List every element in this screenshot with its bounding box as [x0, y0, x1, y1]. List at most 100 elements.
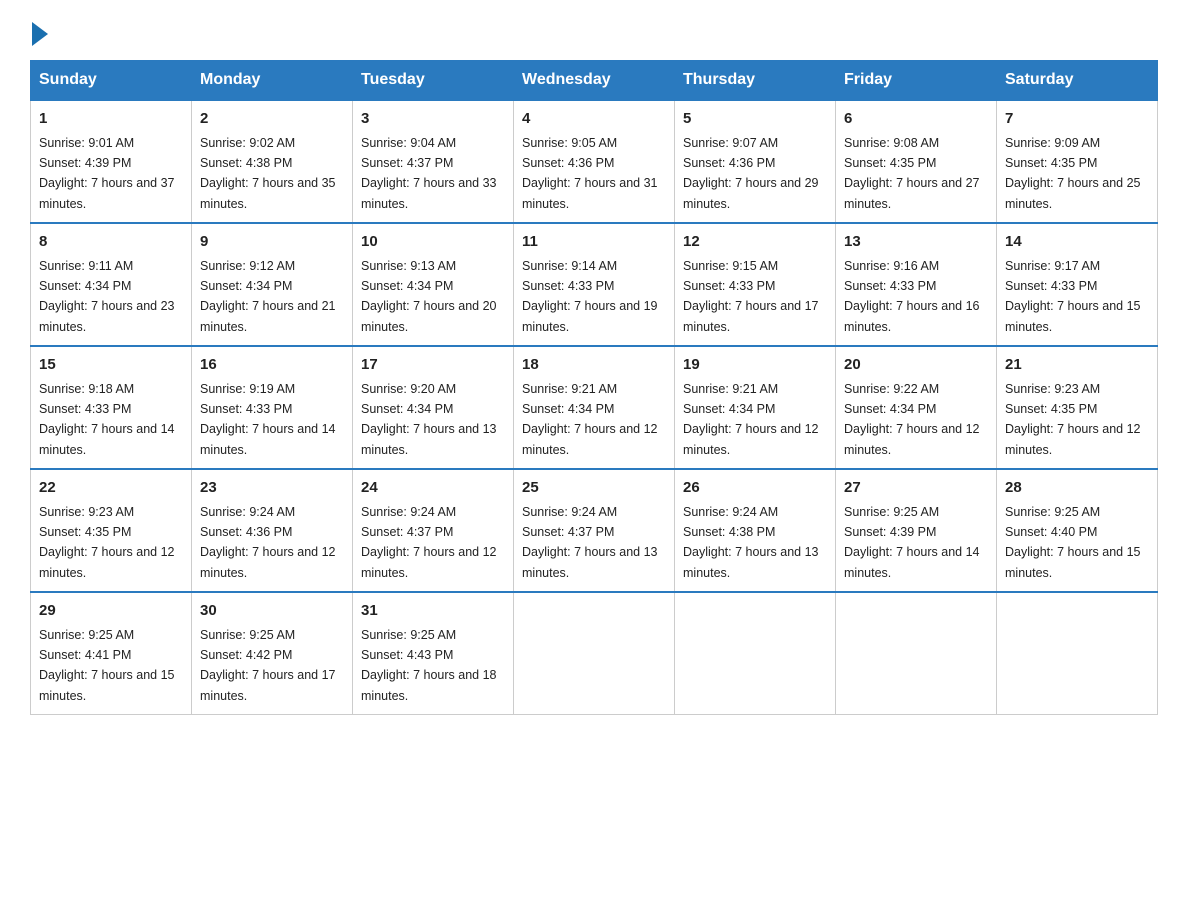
day-info: Sunrise: 9:02 AMSunset: 4:38 PMDaylight:…: [200, 136, 336, 211]
calendar-cell: 31 Sunrise: 9:25 AMSunset: 4:43 PMDaylig…: [353, 592, 514, 715]
day-info: Sunrise: 9:17 AMSunset: 4:33 PMDaylight:…: [1005, 259, 1141, 334]
calendar-cell: 2 Sunrise: 9:02 AMSunset: 4:38 PMDayligh…: [192, 100, 353, 223]
day-number: 22: [39, 477, 183, 500]
calendar-cell: 26 Sunrise: 9:24 AMSunset: 4:38 PMDaylig…: [675, 469, 836, 592]
day-info: Sunrise: 9:24 AMSunset: 4:37 PMDaylight:…: [522, 505, 658, 580]
day-number: 9: [200, 231, 344, 254]
calendar-cell: 8 Sunrise: 9:11 AMSunset: 4:34 PMDayligh…: [31, 223, 192, 346]
calendar-cell: 15 Sunrise: 9:18 AMSunset: 4:33 PMDaylig…: [31, 346, 192, 469]
calendar-cell: 16 Sunrise: 9:19 AMSunset: 4:33 PMDaylig…: [192, 346, 353, 469]
day-info: Sunrise: 9:07 AMSunset: 4:36 PMDaylight:…: [683, 136, 819, 211]
day-number: 12: [683, 231, 827, 254]
calendar-cell: 21 Sunrise: 9:23 AMSunset: 4:35 PMDaylig…: [997, 346, 1158, 469]
calendar-cell: [836, 592, 997, 715]
day-info: Sunrise: 9:24 AMSunset: 4:36 PMDaylight:…: [200, 505, 336, 580]
weekday-header-monday: Monday: [192, 61, 353, 101]
calendar-cell: 24 Sunrise: 9:24 AMSunset: 4:37 PMDaylig…: [353, 469, 514, 592]
day-info: Sunrise: 9:13 AMSunset: 4:34 PMDaylight:…: [361, 259, 497, 334]
calendar-cell: 17 Sunrise: 9:20 AMSunset: 4:34 PMDaylig…: [353, 346, 514, 469]
calendar-cell: 27 Sunrise: 9:25 AMSunset: 4:39 PMDaylig…: [836, 469, 997, 592]
day-info: Sunrise: 9:12 AMSunset: 4:34 PMDaylight:…: [200, 259, 336, 334]
day-info: Sunrise: 9:23 AMSunset: 4:35 PMDaylight:…: [1005, 382, 1141, 457]
logo: [30, 20, 48, 42]
weekday-header-tuesday: Tuesday: [353, 61, 514, 101]
day-info: Sunrise: 9:21 AMSunset: 4:34 PMDaylight:…: [683, 382, 819, 457]
calendar-cell: 12 Sunrise: 9:15 AMSunset: 4:33 PMDaylig…: [675, 223, 836, 346]
day-number: 5: [683, 108, 827, 131]
day-info: Sunrise: 9:15 AMSunset: 4:33 PMDaylight:…: [683, 259, 819, 334]
day-number: 2: [200, 108, 344, 131]
calendar-cell: 9 Sunrise: 9:12 AMSunset: 4:34 PMDayligh…: [192, 223, 353, 346]
day-number: 25: [522, 477, 666, 500]
day-info: Sunrise: 9:04 AMSunset: 4:37 PMDaylight:…: [361, 136, 497, 211]
day-info: Sunrise: 9:16 AMSunset: 4:33 PMDaylight:…: [844, 259, 980, 334]
day-info: Sunrise: 9:08 AMSunset: 4:35 PMDaylight:…: [844, 136, 980, 211]
day-info: Sunrise: 9:23 AMSunset: 4:35 PMDaylight:…: [39, 505, 175, 580]
day-number: 18: [522, 354, 666, 377]
day-info: Sunrise: 9:25 AMSunset: 4:40 PMDaylight:…: [1005, 505, 1141, 580]
logo-arrow-icon: [32, 22, 48, 46]
calendar-cell: 11 Sunrise: 9:14 AMSunset: 4:33 PMDaylig…: [514, 223, 675, 346]
day-info: Sunrise: 9:21 AMSunset: 4:34 PMDaylight:…: [522, 382, 658, 457]
calendar-cell: 28 Sunrise: 9:25 AMSunset: 4:40 PMDaylig…: [997, 469, 1158, 592]
day-number: 23: [200, 477, 344, 500]
day-number: 31: [361, 600, 505, 623]
day-number: 7: [1005, 108, 1149, 131]
day-info: Sunrise: 9:11 AMSunset: 4:34 PMDaylight:…: [39, 259, 175, 334]
calendar-cell: [997, 592, 1158, 715]
day-info: Sunrise: 9:05 AMSunset: 4:36 PMDaylight:…: [522, 136, 658, 211]
day-number: 10: [361, 231, 505, 254]
calendar-cell: 10 Sunrise: 9:13 AMSunset: 4:34 PMDaylig…: [353, 223, 514, 346]
weekday-header-thursday: Thursday: [675, 61, 836, 101]
day-number: 27: [844, 477, 988, 500]
calendar-cell: [514, 592, 675, 715]
day-number: 3: [361, 108, 505, 131]
day-number: 15: [39, 354, 183, 377]
calendar-week-row: 8 Sunrise: 9:11 AMSunset: 4:34 PMDayligh…: [31, 223, 1158, 346]
calendar-cell: 18 Sunrise: 9:21 AMSunset: 4:34 PMDaylig…: [514, 346, 675, 469]
day-info: Sunrise: 9:09 AMSunset: 4:35 PMDaylight:…: [1005, 136, 1141, 211]
day-info: Sunrise: 9:14 AMSunset: 4:33 PMDaylight:…: [522, 259, 658, 334]
day-info: Sunrise: 9:20 AMSunset: 4:34 PMDaylight:…: [361, 382, 497, 457]
weekday-header-sunday: Sunday: [31, 61, 192, 101]
day-number: 26: [683, 477, 827, 500]
day-info: Sunrise: 9:19 AMSunset: 4:33 PMDaylight:…: [200, 382, 336, 457]
day-number: 21: [1005, 354, 1149, 377]
weekday-header-saturday: Saturday: [997, 61, 1158, 101]
day-info: Sunrise: 9:22 AMSunset: 4:34 PMDaylight:…: [844, 382, 980, 457]
day-number: 1: [39, 108, 183, 131]
calendar-cell: 14 Sunrise: 9:17 AMSunset: 4:33 PMDaylig…: [997, 223, 1158, 346]
day-number: 6: [844, 108, 988, 131]
calendar-week-row: 1 Sunrise: 9:01 AMSunset: 4:39 PMDayligh…: [31, 100, 1158, 223]
day-info: Sunrise: 9:25 AMSunset: 4:41 PMDaylight:…: [39, 628, 175, 703]
calendar-cell: 13 Sunrise: 9:16 AMSunset: 4:33 PMDaylig…: [836, 223, 997, 346]
calendar-cell: 22 Sunrise: 9:23 AMSunset: 4:35 PMDaylig…: [31, 469, 192, 592]
day-info: Sunrise: 9:24 AMSunset: 4:38 PMDaylight:…: [683, 505, 819, 580]
day-number: 17: [361, 354, 505, 377]
day-number: 19: [683, 354, 827, 377]
day-number: 30: [200, 600, 344, 623]
day-number: 8: [39, 231, 183, 254]
calendar-cell: 23 Sunrise: 9:24 AMSunset: 4:36 PMDaylig…: [192, 469, 353, 592]
day-info: Sunrise: 9:25 AMSunset: 4:39 PMDaylight:…: [844, 505, 980, 580]
day-number: 20: [844, 354, 988, 377]
weekday-header-friday: Friday: [836, 61, 997, 101]
day-info: Sunrise: 9:18 AMSunset: 4:33 PMDaylight:…: [39, 382, 175, 457]
day-info: Sunrise: 9:01 AMSunset: 4:39 PMDaylight:…: [39, 136, 175, 211]
weekday-header-row: SundayMondayTuesdayWednesdayThursdayFrid…: [31, 61, 1158, 101]
day-info: Sunrise: 9:25 AMSunset: 4:43 PMDaylight:…: [361, 628, 497, 703]
day-info: Sunrise: 9:25 AMSunset: 4:42 PMDaylight:…: [200, 628, 336, 703]
calendar-cell: 3 Sunrise: 9:04 AMSunset: 4:37 PMDayligh…: [353, 100, 514, 223]
page-header: [30, 20, 1158, 42]
calendar-cell: 29 Sunrise: 9:25 AMSunset: 4:41 PMDaylig…: [31, 592, 192, 715]
calendar-table: SundayMondayTuesdayWednesdayThursdayFrid…: [30, 60, 1158, 715]
calendar-cell: 19 Sunrise: 9:21 AMSunset: 4:34 PMDaylig…: [675, 346, 836, 469]
day-number: 13: [844, 231, 988, 254]
day-number: 16: [200, 354, 344, 377]
day-number: 24: [361, 477, 505, 500]
calendar-cell: 5 Sunrise: 9:07 AMSunset: 4:36 PMDayligh…: [675, 100, 836, 223]
calendar-week-row: 15 Sunrise: 9:18 AMSunset: 4:33 PMDaylig…: [31, 346, 1158, 469]
day-info: Sunrise: 9:24 AMSunset: 4:37 PMDaylight:…: [361, 505, 497, 580]
calendar-cell: 25 Sunrise: 9:24 AMSunset: 4:37 PMDaylig…: [514, 469, 675, 592]
calendar-week-row: 29 Sunrise: 9:25 AMSunset: 4:41 PMDaylig…: [31, 592, 1158, 715]
